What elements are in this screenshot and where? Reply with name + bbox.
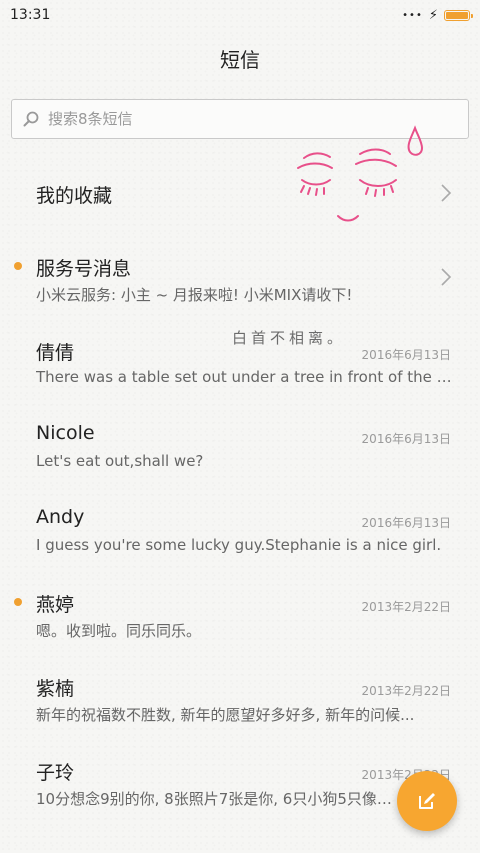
status-time: 13:31 [10,7,51,23]
chevron-right-icon [441,268,452,286]
contact-name: Andy [36,506,85,528]
contact-name: Nicole [36,422,95,444]
message-preview: There was a table set out under a tree i… [36,368,456,386]
compose-icon [419,793,435,809]
message-date: 2013年2月22日 [361,684,451,698]
conversation-item[interactable]: 燕婷 2013年2月22日 嗯。收到啦。同乐同乐。 [0,572,480,656]
contact-name: 子玲 [36,762,75,784]
message-preview: Let's eat out,shall we? [36,452,204,470]
unread-dot [14,262,22,270]
message-preview: 新年的祝福数不胜数, 新年的愿望好多好多, 新年的问候... [36,706,415,724]
conversation-item[interactable]: Nicole 2016年6月13日 Let's eat out,shall we… [0,404,480,488]
conversation-item[interactable]: Andy 2016年6月13日 I guess you're some luck… [0,488,480,572]
page-title: 短信 [220,48,260,72]
service-row[interactable]: 服务号消息 小米云服务: 小主 ~ 月报来啦! 小米MIX请收下! [0,236,480,320]
contact-name: 倩倩 [36,342,75,364]
signal-icon: ••• [402,9,423,21]
conversation-item[interactable]: 紫楠 2013年2月22日 新年的祝福数不胜数, 新年的愿望好多好多, 新年的问… [0,656,480,740]
search-icon [23,111,39,127]
message-date: 2016年6月13日 [361,432,451,446]
status-bar: 13:31 ••• ⚡ [0,0,480,30]
battery-icon [444,9,473,21]
message-preview: 嗯。收到啦。同乐同乐。 [36,622,202,640]
search-input[interactable] [46,109,450,129]
message-date: 2013年2月22日 [361,600,451,614]
handwriting-decoration: 白首不相离。 [232,329,347,347]
service-preview: 小米云服务: 小主 ~ 月报来啦! 小米MIX请收下! [36,286,353,304]
compose-button[interactable] [397,771,457,831]
unread-dot [14,598,22,606]
status-icons: ••• ⚡ [402,7,473,23]
favorites-row[interactable]: 我的收藏 [0,152,480,236]
contact-name: 燕婷 [36,594,75,616]
favorites-label: 我的收藏 [36,185,113,207]
contact-name: 紫楠 [36,678,75,700]
message-preview: 10分想念9别的你, 8张照片7张是你, 6只小狗5只像你... [36,790,396,808]
chevron-right-icon [441,184,452,202]
charging-icon: ⚡ [428,7,438,23]
message-date: 2016年6月13日 [361,348,451,362]
message-date: 2016年6月13日 [361,516,451,530]
service-label: 服务号消息 [36,258,132,280]
search-bar[interactable] [11,99,469,139]
message-preview: I guess you're some lucky guy.Stephanie … [36,536,442,554]
